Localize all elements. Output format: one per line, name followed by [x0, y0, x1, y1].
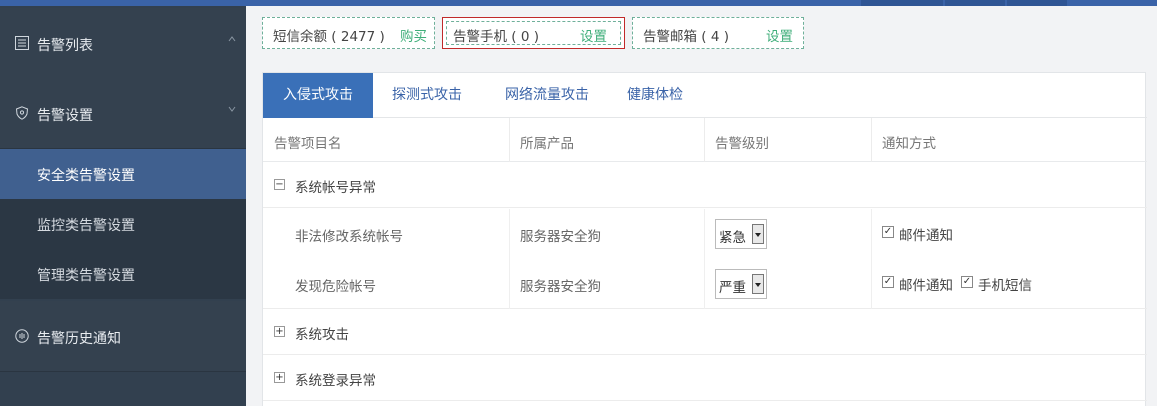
email-notify-checkbox[interactable]: ✓ — [882, 276, 894, 288]
column-divider — [509, 118, 510, 162]
chevron-up-icon — [228, 36, 236, 42]
sidebar-group-label: 告警历史通知 — [37, 331, 121, 347]
sms-balance-text: 短信余额 ( 2477 ) — [273, 29, 385, 45]
tab-network-traffic-attack[interactable]: 网络流量攻击 — [491, 73, 603, 118]
table-row: 发现危险帐号 服务器安全狗 严重 ✓ 邮件通知 ✓ 手机短信 — [263, 259, 1147, 309]
sms-notify-label: 手机短信 — [978, 278, 1032, 294]
alert-level-value: 紧急 — [719, 230, 746, 246]
column-header-product: 所属产品 — [520, 136, 574, 152]
chevron-down-icon — [228, 106, 236, 112]
sidebar-group-alert-settings[interactable]: 告警设置 — [0, 78, 246, 149]
email-settings-link[interactable]: 设置 — [766, 25, 793, 45]
email-notify-checkbox[interactable]: ✓ — [882, 226, 894, 238]
buy-link[interactable]: 购买 — [400, 25, 427, 45]
sidebar-group-alert-list[interactable]: 告警列表 — [0, 8, 246, 79]
collapse-toggle[interactable]: − — [274, 179, 285, 190]
sms-balance-chip: 短信余额 ( 2477 ) 购买 — [262, 17, 435, 49]
tab-health-check[interactable]: 健康体检 — [613, 73, 697, 118]
alert-email-text: 告警邮箱 ( 4 ) — [643, 29, 729, 45]
group-system-account-anomaly: − 系统帐号异常 — [263, 163, 1147, 208]
sidebar-item-label: 监控类告警设置 — [37, 218, 135, 234]
tab-bar: 入侵式攻击 探测式攻击 网络流量攻击 健康体检 — [263, 73, 1147, 118]
alert-item-product: 服务器安全狗 — [520, 229, 601, 245]
group-system-attack: + 系统攻击 — [263, 310, 1147, 355]
group-label: 系统登录异常 — [295, 373, 376, 389]
sidebar-item-management-alerts[interactable]: 管理类告警设置 — [0, 249, 246, 299]
column-divider — [871, 209, 872, 309]
group-label: 系统帐号异常 — [295, 180, 376, 196]
email-notify-label: 邮件通知 — [899, 278, 953, 294]
column-divider — [704, 209, 705, 309]
alert-settings-panel: 入侵式攻击 探测式攻击 网络流量攻击 健康体检 告警项目名 所属产品 告警级别 … — [262, 72, 1147, 406]
alert-email-chip: 告警邮箱 ( 4 ) 设置 — [632, 17, 804, 49]
alert-level-select[interactable]: 紧急 — [715, 219, 767, 249]
table-row: 非法修改系统帐号 服务器安全狗 紧急 ✓ 邮件通知 — [263, 209, 1147, 259]
alert-item-name: 非法修改系统帐号 — [295, 229, 403, 245]
dropdown-arrow-icon — [752, 274, 764, 294]
group-label: 系统攻击 — [295, 327, 349, 343]
main-content: 短信余额 ( 2477 ) 购买 告警手机 ( 0 ) 设置 告警邮箱 ( 4 … — [246, 6, 1157, 406]
column-header-name: 告警项目名 — [274, 136, 342, 152]
sidebar-item-monitor-alerts[interactable]: 监控类告警设置 — [0, 199, 246, 249]
sidebar: 告警列表 告警设置 安全类告警设置 监控类告警设置 管理类告警设置 告警历史通知 — [0, 6, 246, 406]
sidebar-group-label: 告警设置 — [37, 108, 93, 124]
column-divider — [871, 118, 872, 162]
alert-phone-chip: 告警手机 ( 0 ) 设置 — [442, 17, 625, 49]
alert-level-value: 严重 — [719, 280, 746, 296]
column-divider — [509, 209, 510, 309]
sidebar-item-security-alerts[interactable]: 安全类告警设置 — [0, 149, 246, 199]
dropdown-arrow-icon — [752, 224, 764, 244]
column-header-level: 告警级别 — [715, 136, 769, 152]
sidebar-item-label: 安全类告警设置 — [37, 168, 135, 184]
history-icon — [15, 329, 29, 343]
alert-level-select[interactable]: 严重 — [715, 269, 767, 299]
group-system-login-anomaly: + 系统登录异常 — [263, 356, 1147, 401]
alert-item-name: 发现危险帐号 — [295, 279, 376, 295]
phone-settings-link[interactable]: 设置 — [580, 25, 607, 45]
column-divider — [704, 118, 705, 162]
sidebar-group-alert-history[interactable]: 告警历史通知 — [0, 301, 246, 372]
column-header-notify: 通知方式 — [882, 136, 936, 152]
alert-phone-text: 告警手机 ( 0 ) — [453, 29, 539, 45]
expand-toggle[interactable]: + — [274, 326, 285, 337]
list-icon — [15, 36, 29, 50]
shield-icon — [15, 106, 29, 120]
sms-notify-checkbox[interactable]: ✓ — [961, 276, 973, 288]
table-header: 告警项目名 所属产品 告警级别 通知方式 — [263, 118, 1147, 162]
sidebar-item-label: 管理类告警设置 — [37, 268, 135, 284]
alert-item-product: 服务器安全狗 — [520, 279, 601, 295]
email-notify-label: 邮件通知 — [899, 228, 953, 244]
sidebar-group-label: 告警列表 — [37, 38, 93, 54]
expand-toggle[interactable]: + — [274, 372, 285, 383]
tab-intrusion-attack[interactable]: 入侵式攻击 — [263, 73, 373, 118]
sidebar-submenu: 安全类告警设置 监控类告警设置 管理类告警设置 — [0, 149, 246, 299]
tab-probe-attack[interactable]: 探测式攻击 — [373, 73, 481, 118]
